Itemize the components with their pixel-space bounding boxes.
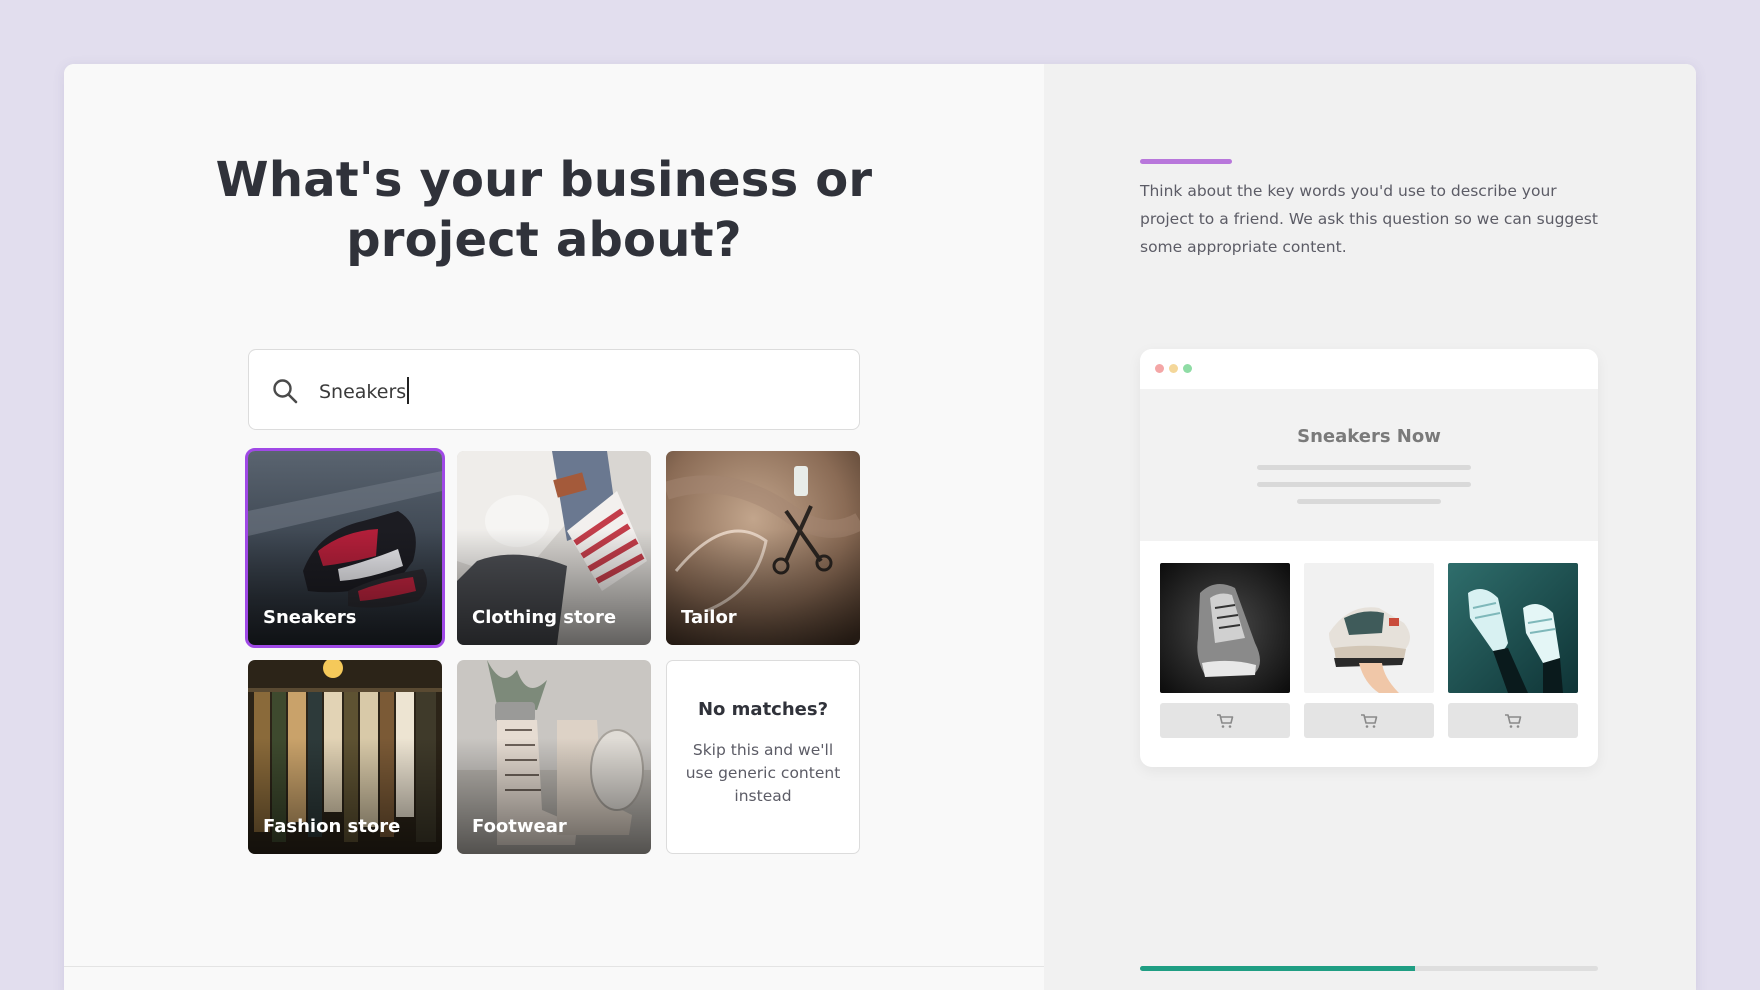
sidebar: Think about the key words you'd use to d… xyxy=(1044,64,1696,990)
search-value[interactable]: Sneakers xyxy=(319,377,410,405)
window-dot-yellow xyxy=(1169,364,1178,373)
product-image xyxy=(1448,563,1578,693)
placeholder-line xyxy=(1257,465,1471,470)
preview-product xyxy=(1160,563,1290,738)
cart-icon xyxy=(1217,713,1234,728)
category-tile-fashion-store[interactable]: Fashion store xyxy=(248,660,442,854)
tile-label: Footwear xyxy=(472,816,567,837)
text-caret xyxy=(407,377,410,404)
tile-label: Clothing store xyxy=(472,607,617,628)
progress-bar xyxy=(1140,966,1598,971)
product-image xyxy=(1160,563,1290,693)
cart-icon xyxy=(1361,713,1378,728)
category-tile-tailor[interactable]: Tailor xyxy=(666,451,860,645)
no-match-title: No matches? xyxy=(697,699,829,720)
tile-label: Tailor xyxy=(681,607,737,628)
preview-hero: Sneakers Now xyxy=(1140,389,1598,541)
category-tile-footwear[interactable]: Footwear xyxy=(457,660,651,854)
hint-text: Think about the key words you'd use to d… xyxy=(1140,182,1598,256)
main-pane: What's your business or project about? S… xyxy=(64,64,1044,990)
category-tile-sneakers[interactable]: Sneakers xyxy=(245,448,445,648)
page-title: What's your business or project about? xyxy=(215,152,873,268)
tile-label: Fashion store xyxy=(263,816,401,837)
footer-divider xyxy=(64,966,1044,967)
tile-label: Sneakers xyxy=(263,607,357,628)
add-to-cart-button[interactable] xyxy=(1448,703,1578,738)
accent-bar xyxy=(1140,159,1232,164)
site-preview-card: Sneakers Now xyxy=(1140,349,1598,767)
preview-window-bar xyxy=(1140,349,1598,389)
window-dot-green xyxy=(1183,364,1192,373)
preview-product xyxy=(1448,563,1578,738)
add-to-cart-button[interactable] xyxy=(1160,703,1290,738)
cart-icon xyxy=(1505,713,1522,728)
product-image xyxy=(1304,563,1434,693)
skip-option-tile[interactable]: No matches? Skip this and we'll use gene… xyxy=(666,660,860,854)
progress-fill xyxy=(1140,966,1415,971)
sneaker-bw-photo xyxy=(1160,563,1290,693)
placeholder-line xyxy=(1257,482,1471,487)
sneakers-teal-photo xyxy=(1448,563,1578,693)
window-dot-red xyxy=(1155,364,1164,373)
preview-site-title: Sneakers Now xyxy=(1297,426,1441,447)
sneaker-hand-photo xyxy=(1304,563,1434,693)
category-tile-clothing-store[interactable]: Clothing store xyxy=(457,451,651,645)
preview-product xyxy=(1304,563,1434,738)
setup-window: What's your business or project about? S… xyxy=(64,64,1696,990)
add-to-cart-button[interactable] xyxy=(1304,703,1434,738)
no-match-description: Skip this and we'll use generic content … xyxy=(685,741,841,805)
search-icon xyxy=(273,379,298,404)
placeholder-line xyxy=(1297,499,1441,504)
search-input[interactable]: Sneakers xyxy=(248,349,860,430)
